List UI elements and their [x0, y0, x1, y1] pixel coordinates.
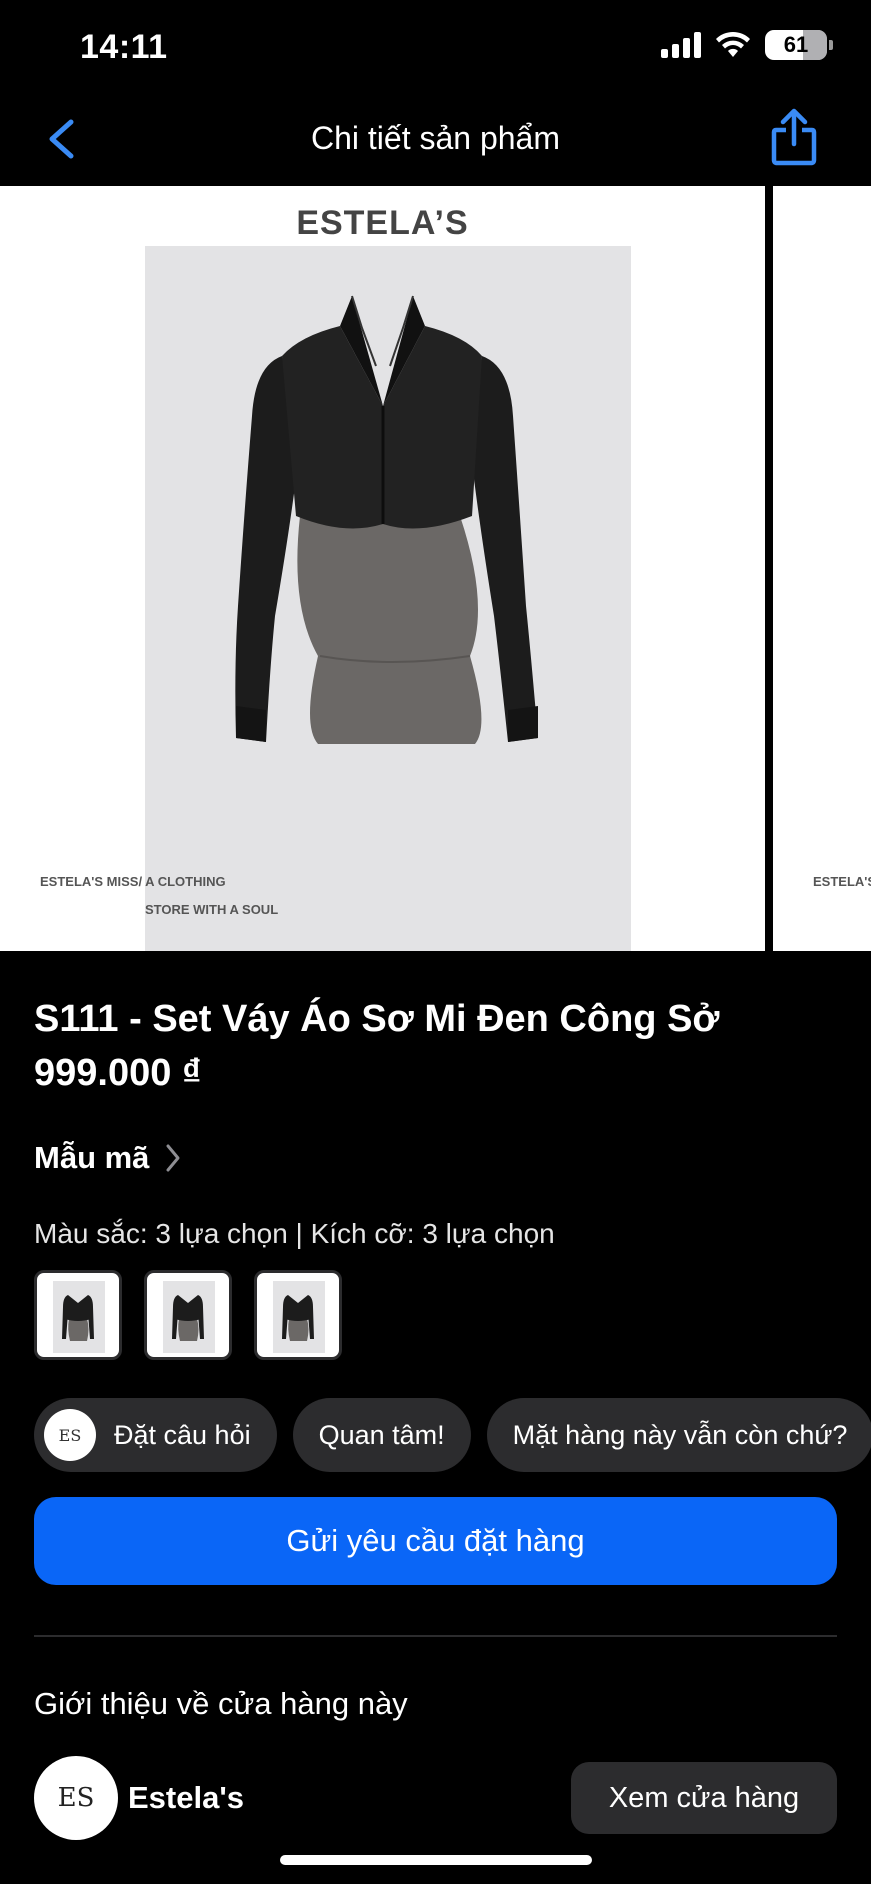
share-button[interactable]	[769, 108, 819, 168]
cellular-signal-icon	[661, 32, 701, 58]
quick-reply-interested[interactable]: Quan tâm!	[292, 1398, 471, 1472]
image-caption-line1: ESTELA'S MISS/ A CLOTHING	[40, 874, 226, 889]
next-product-image[interactable]: ESTELA'S	[773, 186, 871, 951]
next-image-caption: ESTELA'S	[813, 874, 871, 889]
variants-summary: Màu sắc: 3 lựa chọn | Kích cỡ: 3 lựa chọ…	[34, 1218, 555, 1249]
slide-divider	[765, 186, 773, 951]
quick-reply-chips: ES Đặt câu hỏi Quan tâm! Mặt hàng này vẫ…	[34, 1398, 871, 1472]
product-image[interactable]: ESTELA’S ESTELA'S MISS/ A CLOTHING STORE…	[0, 186, 765, 951]
status-bar: 14:11 61	[0, 0, 871, 96]
wifi-icon	[716, 31, 750, 57]
shop-avatar[interactable]: ES	[34, 1756, 118, 1840]
battery-icon: 61	[765, 30, 833, 60]
quick-reply-still-available[interactable]: Mặt hàng này vẫn còn chứ?	[486, 1398, 871, 1472]
home-indicator[interactable]	[280, 1855, 592, 1865]
quick-reply-ask-question[interactable]: ES Đặt câu hỏi	[34, 1398, 277, 1472]
page-title: Chi tiết sản phẩm	[310, 120, 560, 156]
view-shop-button[interactable]: Xem cửa hàng	[571, 1762, 837, 1834]
variants-link[interactable]: Mẫu mã	[34, 1140, 183, 1176]
send-order-request-button[interactable]: Gửi yêu cầu đặt hàng	[34, 1497, 837, 1585]
variant-thumbnail[interactable]	[254, 1270, 342, 1360]
product-price: 999.000 ₫	[34, 1052, 202, 1094]
chip-label: Mặt hàng này vẫn còn chứ?	[512, 1419, 848, 1450]
variant-thumbnail[interactable]	[144, 1270, 232, 1360]
dress-illustration	[235, 295, 538, 744]
image-caption-line2: STORE WITH A SOUL	[145, 902, 279, 917]
product-image-carousel[interactable]: ESTELA’S ESTELA'S MISS/ A CLOTHING STORE…	[0, 186, 871, 951]
product-title: S111 - Set Váy Áo Sơ Mi Đen Công Sở	[34, 998, 720, 1040]
battery-level: 61	[783, 32, 809, 57]
status-indicators: 61	[661, 30, 833, 60]
chip-label: Quan tâm!	[318, 1419, 445, 1450]
shop-name[interactable]: Estela's	[128, 1780, 244, 1816]
chevron-right-icon	[166, 1144, 180, 1172]
shop-avatar-monogram: ES	[57, 1783, 95, 1813]
variant-thumbnail[interactable]	[34, 1270, 122, 1360]
share-icon	[771, 108, 817, 166]
shop-logo-icon: ES	[44, 1409, 96, 1461]
navigation-bar: Chi tiết sản phẩm	[0, 96, 871, 186]
shop-section-title: Giới thiệu về cửa hàng này	[34, 1686, 408, 1721]
chip-label: Đặt câu hỏi	[114, 1419, 251, 1450]
variants-title: Mẫu mã	[34, 1140, 150, 1175]
section-divider	[34, 1635, 837, 1637]
status-time: 14:11	[80, 28, 168, 66]
variant-thumbnails	[34, 1270, 342, 1360]
